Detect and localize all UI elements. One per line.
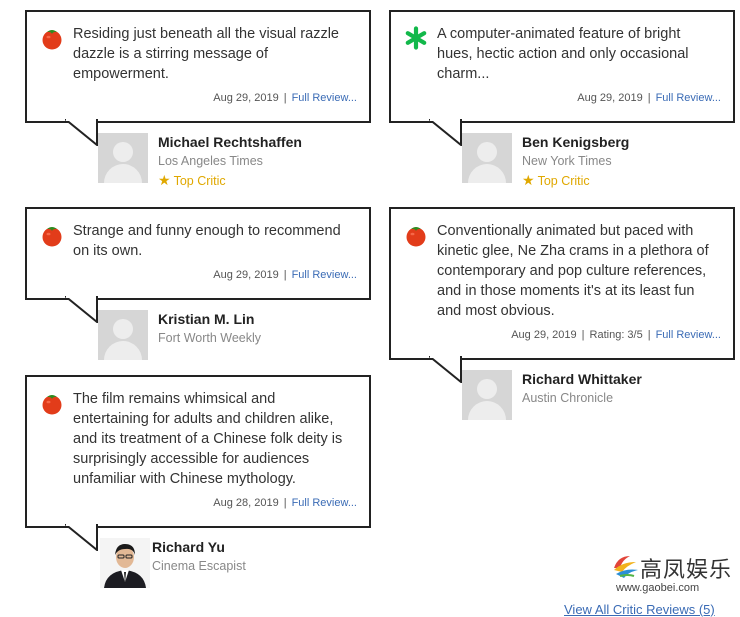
avatar[interactable] [98,310,148,360]
review-date: Aug 29, 2019 [577,92,643,104]
review-card: Residing just beneath all the visual raz… [25,10,387,188]
bubble-tail [65,296,98,323]
separator: | [283,92,287,104]
avatar[interactable] [462,370,512,420]
full-review-link[interactable]: Full Review... [656,329,721,341]
separator: | [647,329,651,341]
review-meta: Aug 29, 2019 | Full Review... [27,261,369,291]
review-bubble: Conventionally animated but paced with k… [389,207,735,383]
review-bubble: A computer-animated feature of bright hu… [389,10,735,146]
separator: | [647,92,651,104]
watermark-url: www.gaobei.com [616,582,700,594]
review-date: Aug 29, 2019 [511,329,577,341]
critic-publication[interactable]: Los Angeles Times [158,154,263,168]
top-critic-label: Top Critic [173,174,226,188]
full-review-link[interactable]: Full Review... [292,269,357,281]
bubble-tail [65,524,98,551]
review-meta: Aug 28, 2019 | Full Review... [27,489,369,519]
separator: | [283,497,287,509]
top-critic-badge: ★ Top Critic [522,172,590,189]
review-card: A computer-animated feature of bright hu… [389,10,740,188]
review-card: Conventionally animated but paced with k… [389,207,740,420]
full-review-link[interactable]: Full Review... [292,92,357,104]
critic-name[interactable]: Kristian M. Lin [158,311,254,327]
review-card: Strange and funny enough to recommend on… [25,207,387,360]
watermark-text: 高凤娱乐 [640,558,733,583]
full-review-link[interactable]: Full Review... [292,497,357,509]
star-icon: ★ [522,172,535,188]
review-meta: Aug 29, 2019 | Full Review... [391,84,733,114]
review-bubble: Strange and funny enough to recommend on… [25,207,371,323]
review-date: Aug 29, 2019 [213,92,279,104]
bubble-tail [65,119,98,146]
rotten-splat-icon [405,26,427,50]
critic-publication[interactable]: Fort Worth Weekly [158,331,261,345]
review-quote: Strange and funny enough to recommend on… [73,223,341,259]
review-quote: Residing just beneath all the visual raz… [73,26,339,82]
top-critic-label: Top Critic [537,174,590,188]
review-meta: Aug 29, 2019 | Rating: 3/5 | Full Review... [391,321,733,351]
critic-publication[interactable]: Austin Chronicle [522,391,613,405]
critic-name[interactable]: Ben Kenigsberg [522,134,629,150]
watermark-logo: 高凤娱乐 www.gaobei.com [612,550,731,598]
review-date: Aug 28, 2019 [213,497,279,509]
review-quote: A computer-animated feature of bright hu… [437,26,689,82]
review-card: The film remains whimsical and entertain… [25,375,387,588]
separator: | [283,269,287,281]
bubble-tail [429,119,462,146]
critic-name[interactable]: Richard Whittaker [522,371,642,387]
star-icon: ★ [158,172,171,188]
full-review-link[interactable]: Full Review... [656,92,721,104]
watermark-icon [614,556,638,578]
critic-publication[interactable]: Cinema Escapist [152,559,246,573]
critic-name[interactable]: Richard Yu [152,539,225,555]
fresh-tomato-icon [406,227,426,247]
review-bubble: The film remains whimsical and entertain… [25,375,371,551]
person-photo-icon [100,538,150,588]
fresh-tomato-icon [42,30,62,50]
critic-photo[interactable] [100,538,150,588]
fresh-tomato-icon [42,227,62,247]
bubble-tail [429,356,462,383]
review-bubble: Residing just beneath all the visual raz… [25,10,371,146]
top-critic-badge: ★ Top Critic [158,172,226,189]
review-date: Aug 29, 2019 [213,269,279,281]
fresh-tomato-icon [42,395,62,415]
review-quote: The film remains whimsical and entertain… [73,391,343,487]
view-all-reviews-link[interactable]: View All Critic Reviews (5) [564,602,715,617]
critic-publication[interactable]: New York Times [522,154,612,168]
review-quote: Conventionally animated but paced with k… [437,223,709,319]
separator: | [581,329,585,341]
critic-name[interactable]: Michael Rechtshaffen [158,134,302,150]
review-rating: Rating: 3/5 [589,329,643,341]
avatar[interactable] [98,133,148,183]
avatar[interactable] [462,133,512,183]
review-meta: Aug 29, 2019 | Full Review... [27,84,369,114]
